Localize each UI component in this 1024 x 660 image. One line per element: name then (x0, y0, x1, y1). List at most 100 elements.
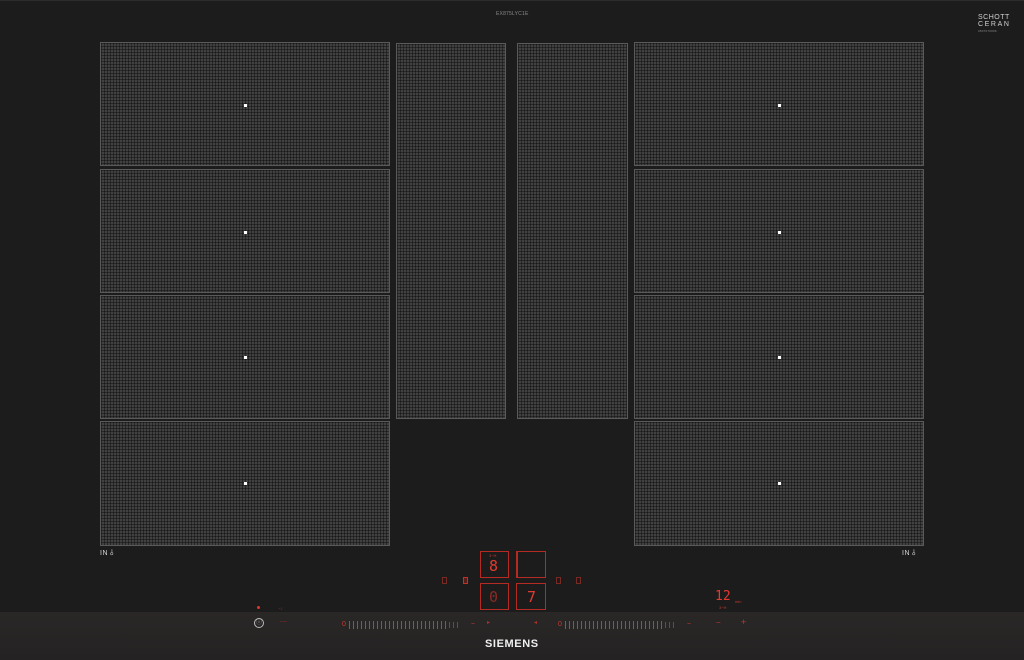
slider-tick[interactable] (348, 621, 350, 629)
slider-tick[interactable] (624, 621, 626, 629)
zone-display-lower-left: 0 (480, 583, 509, 610)
slider-tick[interactable] (656, 621, 658, 629)
slider-tick[interactable] (400, 621, 402, 629)
cooking-zone-left-2[interactable] (100, 169, 390, 293)
slider-tick[interactable] (576, 621, 578, 629)
slider-tick[interactable] (356, 621, 358, 629)
slider-tick[interactable] (652, 621, 654, 629)
induction-label-right: IN ⫰ (902, 548, 916, 558)
slider-minus-icon[interactable]: − (687, 621, 691, 629)
timer-unit: min (735, 599, 742, 604)
slider-tick[interactable] (440, 621, 442, 629)
power-level-display: 3~H 8 (480, 551, 509, 578)
slider-tick[interactable] (352, 621, 354, 629)
slider-tick[interactable] (448, 622, 450, 628)
slider-tick[interactable] (416, 621, 418, 629)
glass-brand-line1: SCHOTT (978, 14, 1010, 21)
cooktop: EX875LYC1E SCHOTT CERAN 0507070096 IN ⫰ I… (0, 0, 1024, 660)
slider-tick[interactable] (420, 621, 422, 629)
slider-tick[interactable] (644, 621, 646, 629)
timer-minus-button[interactable]: − (716, 618, 721, 627)
slider-tick[interactable] (444, 621, 446, 629)
slider-tick[interactable] (452, 622, 454, 628)
timer-value: 12 (715, 589, 731, 604)
status-led-icon (257, 606, 260, 609)
timer-plus-button[interactable]: + (741, 617, 746, 627)
slider-tick[interactable] (580, 621, 582, 629)
slider-tick[interactable] (608, 621, 610, 629)
zone-indicator-icon[interactable] (463, 577, 468, 584)
slider-tick[interactable] (456, 622, 458, 628)
slider-tick[interactable] (360, 621, 362, 629)
cooking-zone-center-left[interactable] (396, 43, 506, 419)
model-number: EX875LYC1E (496, 11, 529, 17)
slider-tick[interactable] (572, 621, 574, 629)
cooking-zone-right-4[interactable] (634, 421, 924, 546)
zone-center-mark (778, 356, 781, 359)
power-slider-left[interactable]: 0 − (342, 619, 475, 631)
slider-tick[interactable] (640, 621, 642, 629)
brand-logo: SIEMENS (485, 638, 539, 650)
slider-tick[interactable] (672, 622, 674, 628)
slider-tick[interactable] (604, 621, 606, 629)
slider-tick[interactable] (600, 621, 602, 629)
slider-tick[interactable] (588, 621, 590, 629)
slider-tick[interactable] (412, 621, 414, 629)
slider-tick[interactable] (596, 621, 598, 629)
induction-label-text: IN (100, 550, 108, 557)
slider-tick[interactable] (396, 621, 398, 629)
zone-display-lower-right: 7 (516, 583, 546, 610)
zone-center-mark (244, 231, 247, 234)
cooking-zone-center-right[interactable] (517, 43, 628, 419)
cooking-zone-left-3[interactable] (100, 295, 390, 419)
cooking-zone-left-1[interactable] (100, 42, 390, 166)
slider-tick[interactable] (376, 621, 378, 629)
glass-brand-line3: 0507070096 (978, 29, 997, 33)
slider-tick[interactable] (384, 621, 386, 629)
slider-tick[interactable] (432, 621, 434, 629)
zone-center-mark (244, 482, 247, 485)
slider-tick[interactable] (584, 621, 586, 629)
center-divider-mark: ▸ (487, 620, 491, 626)
slider-tick[interactable] (364, 621, 366, 629)
induction-label-left: IN ⫰ (100, 548, 114, 558)
slider-tick[interactable] (380, 621, 382, 629)
zone-indicator-icon[interactable] (576, 577, 581, 584)
zone-indicator-icon[interactable] (556, 577, 561, 584)
slider-tick[interactable] (388, 621, 390, 629)
cooking-zone-right-3[interactable] (634, 295, 924, 419)
zone-display-right (516, 551, 546, 578)
slider-tick[interactable] (636, 621, 638, 629)
slider-tick[interactable] (372, 621, 374, 629)
zone-center-mark (778, 104, 781, 107)
slider-tick[interactable] (612, 621, 614, 629)
slider-tick[interactable] (592, 621, 594, 629)
power-slider-right[interactable]: 0 − (558, 619, 691, 631)
cooking-zone-right-1[interactable] (634, 42, 924, 166)
slider-minus-icon[interactable]: − (471, 621, 475, 629)
slider-tick[interactable] (648, 621, 650, 629)
slider-tick[interactable] (664, 622, 666, 628)
slider-tick[interactable] (408, 621, 410, 629)
slider-tick[interactable] (564, 621, 566, 629)
induction-label-text: IN (902, 550, 910, 557)
slider-tick[interactable] (620, 621, 622, 629)
slider-tick[interactable] (436, 621, 438, 629)
slider-tick[interactable] (668, 622, 670, 628)
slider-tick[interactable] (660, 621, 662, 629)
cooking-zone-left-4[interactable] (100, 421, 390, 546)
slider-tick[interactable] (404, 621, 406, 629)
slider-tick[interactable] (628, 621, 630, 629)
slider-tick[interactable] (616, 621, 618, 629)
power-button[interactable]: ⓘ (254, 618, 264, 628)
main-switch-mark: — (280, 618, 287, 625)
slider-tick[interactable] (632, 621, 634, 629)
slider-tick[interactable] (424, 621, 426, 629)
slider-tick[interactable] (568, 621, 570, 629)
cooking-zone-right-2[interactable] (634, 169, 924, 293)
zone-indicator-icon[interactable] (442, 577, 447, 584)
slider-tick[interactable] (428, 621, 430, 629)
zone-center-mark (778, 482, 781, 485)
slider-tick[interactable] (368, 621, 370, 629)
slider-tick[interactable] (392, 621, 394, 629)
